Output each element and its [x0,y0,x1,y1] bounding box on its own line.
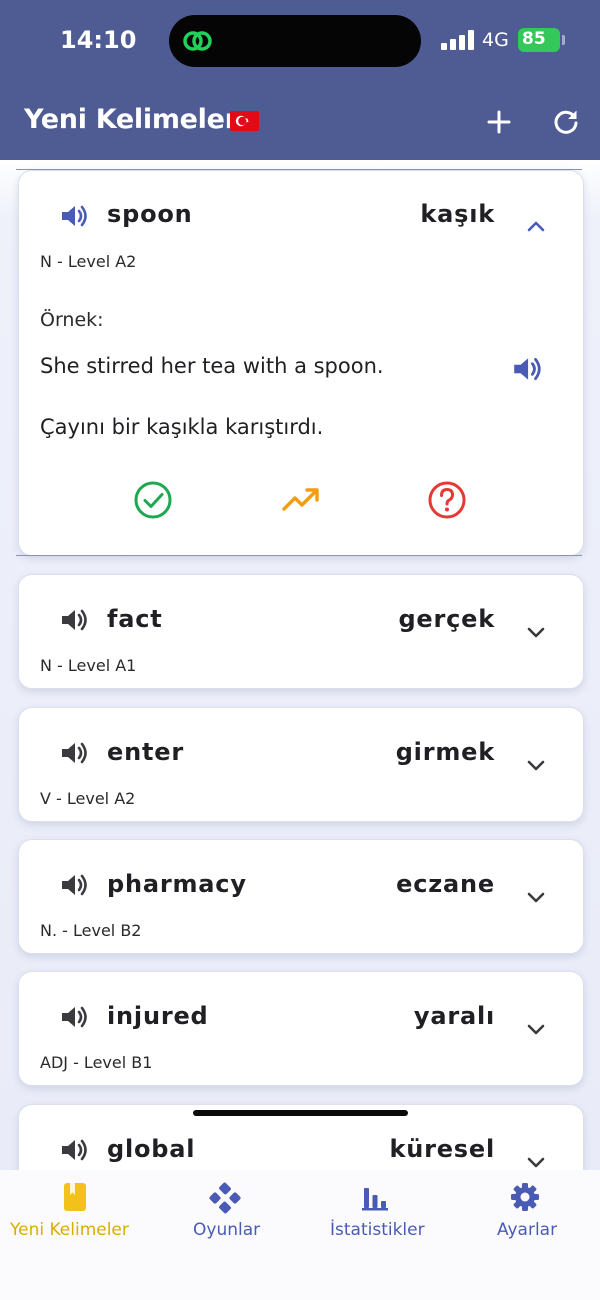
chevron-down-icon[interactable] [525,886,547,908]
translation-text: eczane [396,870,495,898]
turkey-flag-icon [230,111,259,131]
level-text: N. - Level B2 [40,921,142,940]
signal-icon [441,30,475,50]
word-card[interactable]: injured yaralı ADJ - Level B1 [18,971,584,1086]
network-type: 4G [482,29,509,51]
speaker-icon[interactable] [511,353,543,385]
app-header: 14:10 4G 85 Yeni Kelimeler [0,0,600,160]
battery-tip [562,35,565,45]
bar-chart-icon [362,1188,388,1211]
word-text: global [107,1135,196,1163]
nav-item-istatistikler[interactable]: İstatistikler [300,1170,450,1260]
refresh-icon[interactable] [549,105,583,139]
chevron-down-icon[interactable] [525,1151,547,1170]
speaker-icon[interactable] [59,605,89,635]
chevron-up-icon[interactable] [525,216,547,238]
status-time: 14:10 [60,26,137,54]
nav-item-ayarlar[interactable]: Ayarlar [450,1170,600,1260]
gear-icon [511,1183,539,1211]
word-card-expanded[interactable]: spoon kaşık N - Level A2 Örnek: She stir… [18,170,584,556]
plus-icon[interactable] [482,105,516,139]
chevron-down-icon[interactable] [525,754,547,776]
example-label: Örnek: [40,309,104,331]
level-text: V - Level A2 [40,789,136,808]
example-sentence-en: She stirred her tea with a spoon. [40,354,384,378]
word-card[interactable]: fact gerçek N - Level A1 [18,574,584,689]
speaker-icon[interactable] [59,201,89,231]
bottom-nav: Yeni Kelimeler Oyunlar İstatistikler Aya… [0,1170,600,1300]
word-card[interactable]: pharmacy eczane N. - Level B2 [18,839,584,954]
translation-text: girmek [395,738,495,766]
example-sentence-tr: Çayını bir kaşıkla karıştırdı. [40,415,324,439]
battery-level: 85 [522,29,546,49]
page-title: Yeni Kelimeler [24,104,238,135]
level-text: ADJ - Level B1 [40,1053,153,1072]
nav-item-oyunlar[interactable]: Oyunlar [150,1170,300,1260]
word-card[interactable]: enter girmek V - Level A2 [18,707,584,822]
book-icon [64,1183,86,1211]
translation-text: yaralı [413,1002,495,1030]
question-circle-icon[interactable] [427,480,467,520]
speaker-icon[interactable] [59,738,89,768]
word-text: injured [107,1002,209,1030]
level-text: N - Level A1 [40,656,137,675]
word-text: fact [107,605,163,633]
nav-label: Yeni Kelimeler [10,1220,129,1240]
gamepad-icon [209,1182,241,1214]
dynamic-island [169,15,421,67]
chevron-down-icon[interactable] [525,621,547,643]
nav-item-yeni-kelimeler[interactable]: Yeni Kelimeler [0,1170,150,1260]
check-circle-icon[interactable] [133,480,173,520]
battery-icon: 85 [518,28,560,52]
nav-label: İstatistikler [330,1220,425,1240]
word-text: pharmacy [107,870,247,898]
translation-text: küresel [389,1135,495,1163]
link-icon [183,31,212,51]
trending-up-icon[interactable] [281,480,321,520]
divider [16,555,582,556]
speaker-icon[interactable] [59,1135,89,1165]
word-list[interactable]: spoon kaşık N - Level A2 Örnek: She stir… [0,160,600,1170]
home-indicator[interactable] [193,1110,408,1116]
nav-label: Ayarlar [497,1220,558,1240]
level-text: N - Level A2 [40,252,137,271]
nav-label: Oyunlar [193,1220,261,1240]
translation-text: gerçek [398,605,495,633]
word-text: spoon [107,200,193,228]
chevron-down-icon[interactable] [525,1018,547,1040]
word-text: enter [107,738,184,766]
speaker-icon[interactable] [59,1002,89,1032]
speaker-icon[interactable] [59,870,89,900]
translation-text: kaşık [420,200,495,228]
